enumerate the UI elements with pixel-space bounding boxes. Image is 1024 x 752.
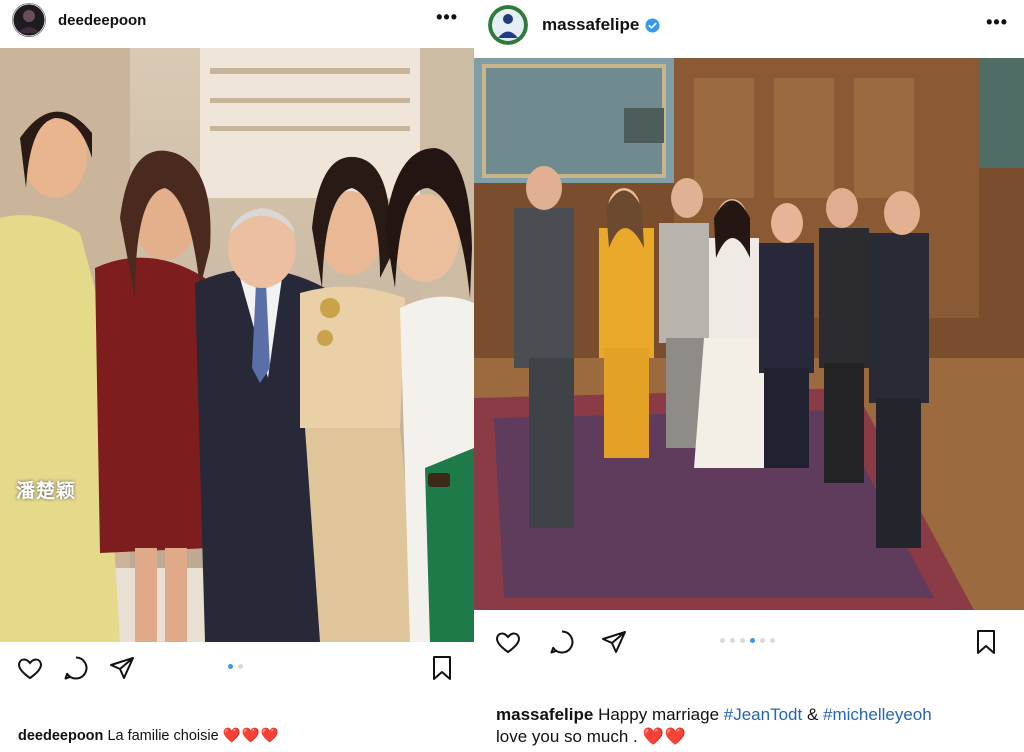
carousel-dot: [228, 664, 233, 669]
bookmark-icon[interactable]: [428, 654, 456, 682]
carousel-dot: [730, 638, 735, 643]
post-actions: [474, 626, 1024, 660]
photo-image: [474, 58, 1024, 610]
caption-hearts: ❤️❤️: [642, 727, 687, 746]
share-icon[interactable]: [108, 654, 136, 682]
comment-icon[interactable]: [548, 628, 576, 656]
post-caption: deedeepoon La familie choisie ❤️❤️❤️: [18, 726, 458, 747]
photo-watermark: 潘楚颖: [16, 480, 77, 502]
avatar[interactable]: [488, 5, 528, 45]
verified-badge-icon: [645, 17, 660, 33]
post-header: deedeepoon •••: [0, 0, 474, 40]
more-options-button[interactable]: •••: [986, 13, 1008, 31]
post-caption: massafelipe Happy marriage #JeanTodt & #…: [496, 704, 1008, 748]
carousel-dot: [720, 638, 725, 643]
caption-username[interactable]: massafelipe: [496, 705, 593, 724]
username[interactable]: deedeepoon: [58, 12, 146, 29]
caption-text: Happy marriage: [598, 705, 720, 724]
carousel-dot: [760, 638, 765, 643]
carousel-dot: [770, 638, 775, 643]
post-photo[interactable]: [474, 58, 1024, 610]
bookmark-icon[interactable]: [972, 628, 1000, 656]
caption-text-line2: love you so much .: [496, 727, 638, 746]
more-options-button[interactable]: •••: [436, 8, 458, 26]
photo-image: [0, 48, 474, 642]
carousel-indicator: [720, 638, 775, 643]
heart-icon[interactable]: [494, 628, 522, 656]
hashtag-link[interactable]: #JeanTodt: [724, 705, 802, 724]
hashtag-link[interactable]: #michelleyeoh: [823, 705, 932, 724]
caption-hearts: ❤️❤️❤️: [222, 728, 280, 744]
post-deedeepoon: deedeepoon ••• 潘楚颖 deedeepoon La familie…: [0, 0, 474, 752]
share-icon[interactable]: [600, 628, 628, 656]
post-massafelipe: massafelipe ••• massafelipe Happy marria…: [474, 0, 1024, 752]
caption-username[interactable]: deedeepoon: [18, 728, 103, 744]
carousel-dot: [740, 638, 745, 643]
avatar[interactable]: [12, 3, 46, 37]
username[interactable]: massafelipe: [542, 15, 639, 35]
caption-ampersand: &: [806, 705, 819, 724]
carousel-indicator: [228, 664, 243, 669]
comment-icon[interactable]: [62, 654, 90, 682]
carousel-dot: [750, 638, 755, 643]
heart-icon[interactable]: [16, 654, 44, 682]
carousel-dot: [238, 664, 243, 669]
caption-text: La familie choisie: [107, 728, 219, 744]
post-header: massafelipe •••: [474, 0, 1024, 50]
post-actions: [0, 652, 474, 686]
post-photo[interactable]: 潘楚颖: [0, 48, 474, 642]
